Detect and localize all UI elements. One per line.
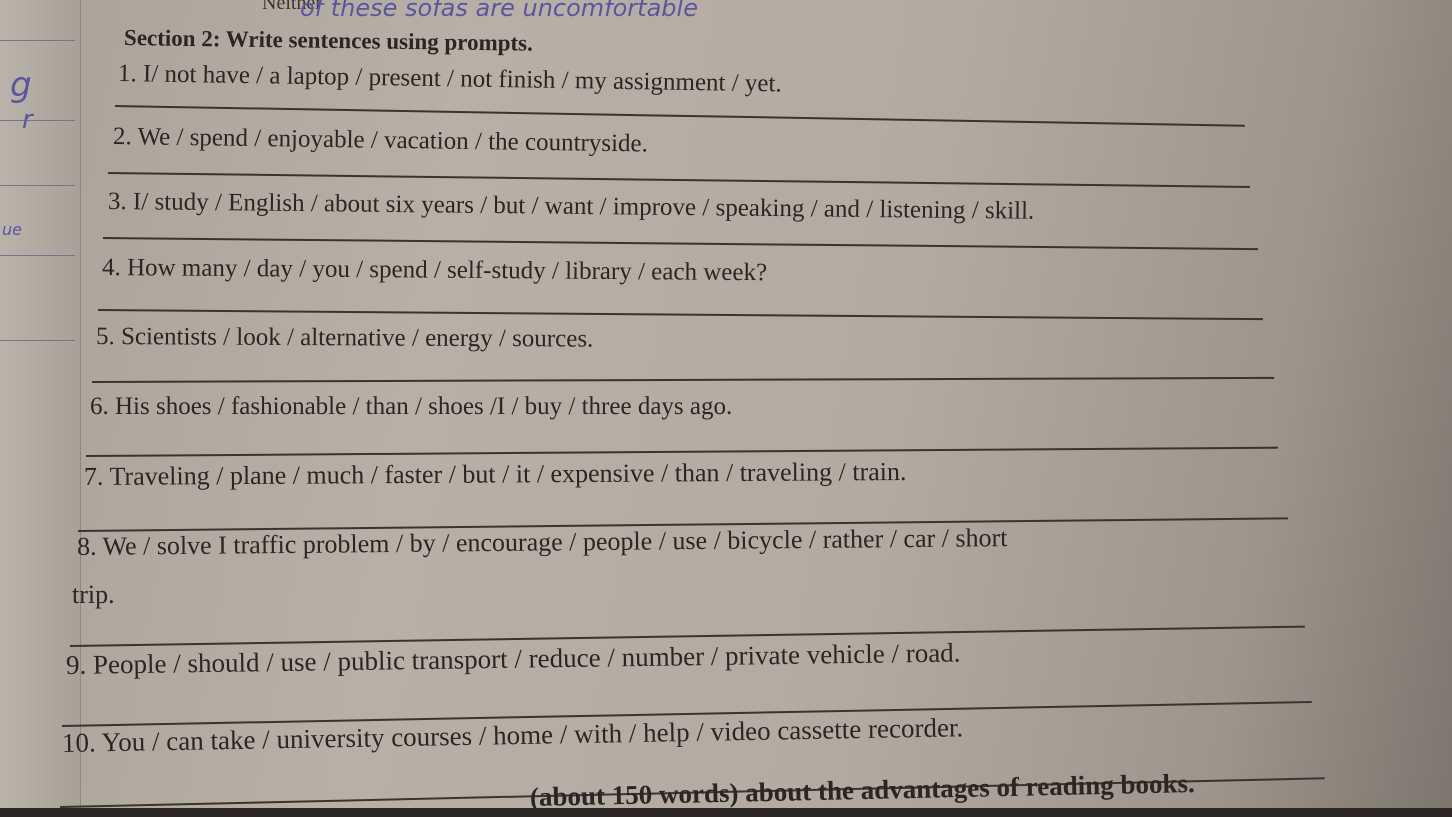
prompt-4: 4. How many / day / you / spend / self-s… — [101, 254, 768, 287]
margin-rule — [0, 255, 75, 256]
photo-bottom-shadow — [0, 808, 1452, 817]
answer-line-6[interactable] — [85, 446, 1278, 457]
answer-line-1[interactable] — [114, 105, 1245, 127]
margin-handwriting: g — [10, 65, 32, 105]
answer-line-4[interactable] — [97, 309, 1263, 321]
handwritten-answer: of these sofas are uncomfortable — [300, 0, 698, 22]
prompt-3: 3. I/ study / English / about six years … — [107, 188, 1035, 225]
prompt-10: 10. You / can take / university courses … — [61, 712, 964, 758]
next-section-text: (about 150 words) about the advantages o… — [529, 768, 1196, 812]
previous-page-edge: g r ue — [0, 0, 81, 817]
prompt-7: 7. Traveling / plane / much / faster / b… — [83, 456, 907, 491]
answer-line-5[interactable] — [91, 376, 1274, 383]
margin-handwriting: ue — [2, 220, 22, 239]
margin-rule — [0, 340, 75, 341]
answer-line-3[interactable] — [102, 237, 1258, 251]
answer-line-2[interactable] — [107, 172, 1250, 188]
prompt-2: 2. We / spend / enjoyable / vacation / t… — [112, 123, 649, 158]
prompt-6: 6. His shoes / fashionable / than / shoe… — [90, 393, 733, 420]
margin-rule — [0, 185, 75, 186]
margin-rule — [0, 120, 75, 121]
prompt-5: 5. Scientists / look / alternative / ene… — [95, 323, 594, 353]
margin-handwriting: r — [22, 105, 33, 135]
prompt-1: 1. I/ not have / a laptop / present / no… — [117, 60, 782, 98]
section-title: Section 2: Write sentences using prompts… — [123, 25, 534, 56]
prompt-8-continued: trip. — [72, 580, 115, 609]
margin-rule — [0, 40, 75, 41]
